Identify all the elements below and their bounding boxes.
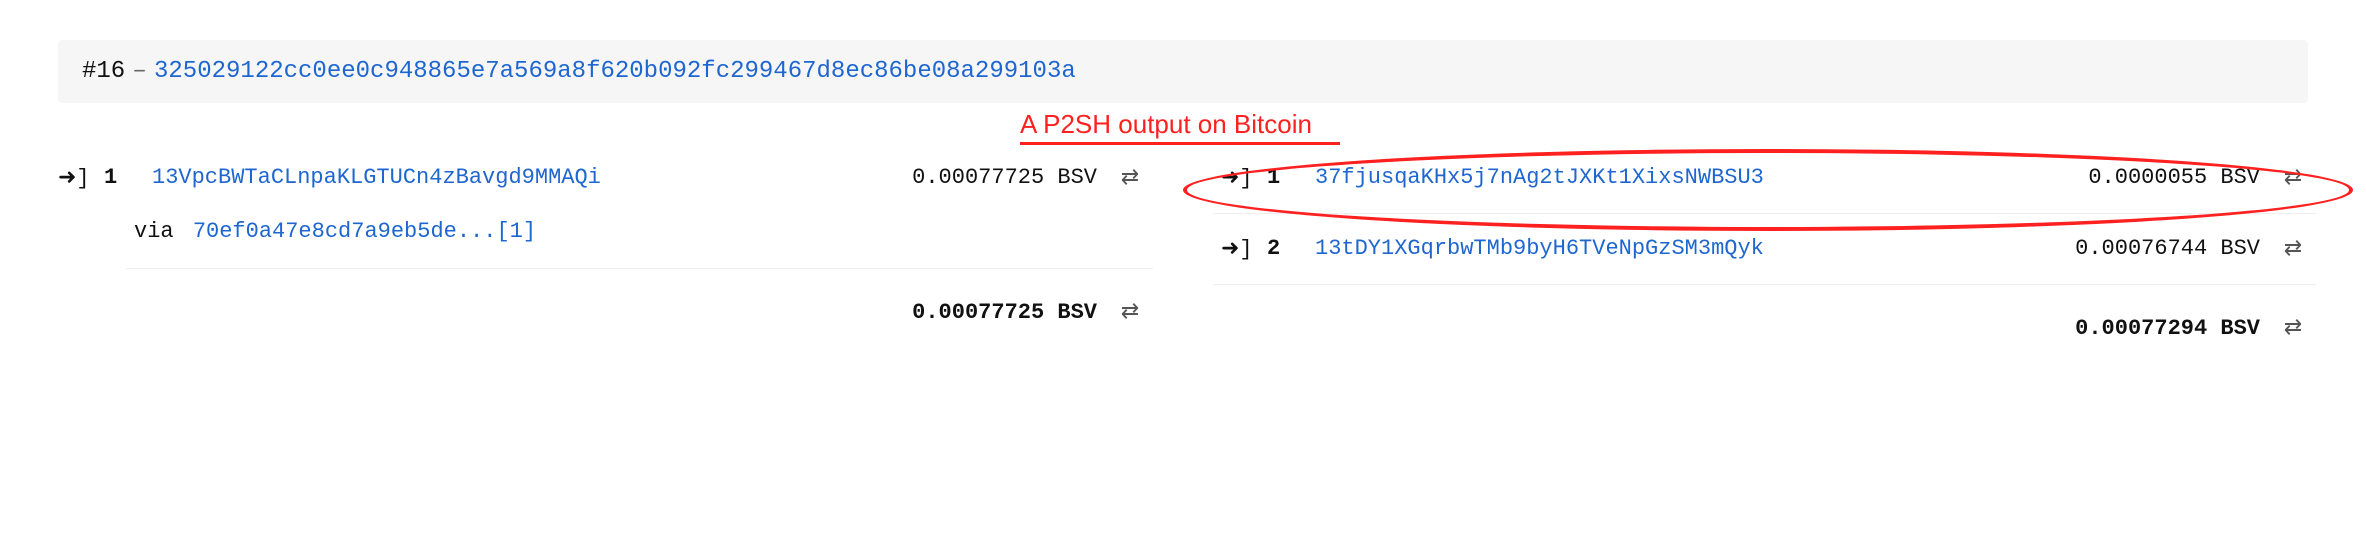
output-arrow-icon: ➜] xyxy=(1221,165,1249,191)
output-row: ➜] 1 37fjusqaKHx5j7nAg2tJXKt1XixsNWBSU3 … xyxy=(1213,143,2316,214)
swap-icon[interactable]: ⇄ xyxy=(1115,299,1145,325)
annotation-label: A P2SH output on Bitcoin xyxy=(1020,109,2366,145)
output-address: 37fjusqaKHx5j7nAg2tJXKt1XixsNWBSU3 xyxy=(1315,165,2050,190)
tx-index: #16 xyxy=(82,58,125,85)
output-address: 13tDY1XGqrbwTMb9byH6TVeNpGzSM3mQyk xyxy=(1315,236,2037,261)
input-address: 13VpcBWTaCLnpaKLGTUCn4zBavgd9MMAQi xyxy=(152,165,874,190)
input-via-row: via 70ef0a47e8cd7a9eb5de...[1] xyxy=(126,213,1153,269)
input-via-link[interactable]: 70ef0a47e8cd7a9eb5de...[1] xyxy=(193,219,536,244)
output-row: ➜] 2 13tDY1XGqrbwTMb9byH6TVeNpGzSM3mQyk … xyxy=(1213,214,2316,285)
txid-link[interactable]: 325029122cc0ee0c948865e7a569a8f620b092fc… xyxy=(154,58,1076,85)
output-amount: 0.00076744 BSV xyxy=(2075,236,2260,261)
swap-icon[interactable]: ⇄ xyxy=(2278,315,2308,341)
annotation-text: A P2SH output on Bitcoin xyxy=(1020,109,1312,139)
annotation-underline xyxy=(1020,142,1340,145)
inputs-total-row: 0.00077725 BSV ⇄ xyxy=(50,269,1153,335)
via-label: via xyxy=(134,219,174,244)
transaction-panel: #16 – 325029122cc0ee0c948865e7a569a8f620… xyxy=(0,0,2366,391)
io-columns: ➜] 1 13VpcBWTaCLnpaKLGTUCn4zBavgd9MMAQi … xyxy=(50,143,2316,351)
output-amount: 0.0000055 BSV xyxy=(2088,165,2260,190)
output-index: 2 xyxy=(1267,236,1297,261)
swap-icon[interactable]: ⇄ xyxy=(2278,236,2308,262)
outputs-total-row: 0.00077294 BSV ⇄ xyxy=(1213,285,2316,351)
input-address-link[interactable]: 13VpcBWTaCLnpaKLGTUCn4zBavgd9MMAQi xyxy=(152,165,601,190)
output-index: 1 xyxy=(1267,165,1297,190)
input-arrow-icon: ➜] xyxy=(58,165,86,191)
inputs-column: ➜] 1 13VpcBWTaCLnpaKLGTUCn4zBavgd9MMAQi … xyxy=(50,143,1153,351)
txid-header: #16 – 325029122cc0ee0c948865e7a569a8f620… xyxy=(58,40,2308,103)
inputs-total: 0.00077725 BSV xyxy=(912,300,1097,325)
output-address-link[interactable]: 13tDY1XGqrbwTMb9byH6TVeNpGzSM3mQyk xyxy=(1315,236,1764,261)
output-arrow-icon: ➜] xyxy=(1221,236,1249,262)
outputs-total: 0.00077294 BSV xyxy=(2075,316,2260,341)
dash: – xyxy=(132,58,146,85)
input-row: ➜] 1 13VpcBWTaCLnpaKLGTUCn4zBavgd9MMAQi … xyxy=(50,143,1153,213)
output-address-link[interactable]: 37fjusqaKHx5j7nAg2tJXKt1XixsNWBSU3 xyxy=(1315,165,1764,190)
swap-icon[interactable]: ⇄ xyxy=(2278,165,2308,191)
swap-icon[interactable]: ⇄ xyxy=(1115,165,1145,191)
outputs-column: ➜] 1 37fjusqaKHx5j7nAg2tJXKt1XixsNWBSU3 … xyxy=(1213,143,2316,351)
input-index: 1 xyxy=(104,165,134,190)
input-amount: 0.00077725 BSV xyxy=(912,165,1097,190)
